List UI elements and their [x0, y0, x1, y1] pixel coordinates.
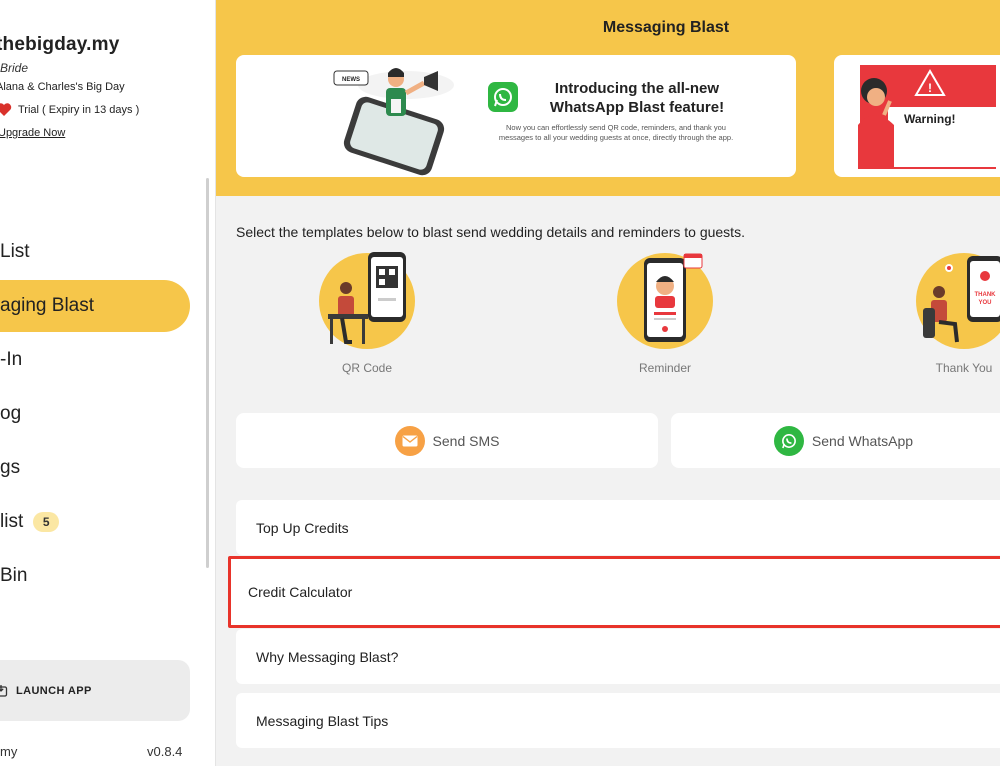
nav-label: List: [0, 241, 30, 262]
sidebar-scrollbar[interactable]: [206, 178, 209, 568]
template-label: QR Code: [341, 361, 393, 375]
svg-text:YOU: YOU: [978, 300, 991, 306]
promo-title: Introducing the all-new WhatsApp Blast f…: [549, 80, 725, 116]
accordion-top-up-credits[interactable]: Top Up Credits: [236, 500, 1000, 555]
app-version: v0.8.4: [147, 744, 183, 759]
main-content: Messaging Blast NEWS Introducing the all…: [216, 0, 1000, 766]
whatsapp-logo-icon: [488, 82, 518, 112]
accordion-why-messaging-blast[interactable]: Why Messaging Blast?: [236, 629, 1000, 684]
footer-domain: my: [0, 744, 18, 759]
template-label: Thank You: [935, 361, 993, 375]
accordion-label: Messaging Blast Tips: [256, 712, 389, 729]
nav-item-log[interactable]: og: [0, 388, 190, 440]
qr-code-illustration-icon: [328, 252, 406, 344]
nav-item-check-in[interactable]: -In: [0, 334, 190, 386]
template-reminder[interactable]: Reminder: [610, 253, 720, 375]
svg-text:!: !: [928, 81, 932, 95]
nav-item-recycle-bin[interactable]: Bin: [0, 550, 190, 602]
count-badge: 5: [33, 512, 60, 532]
accordion-messaging-blast-tips[interactable]: Messaging Blast Tips: [236, 693, 1000, 748]
template-thank-you[interactable]: THANK YOU Thank You: [909, 253, 1000, 375]
event-name: Alana & Charles's Big Day: [0, 81, 125, 93]
svg-text:THANK: THANK: [975, 292, 997, 298]
nav-item-waitlist[interactable]: list 5: [0, 496, 190, 548]
send-sms-label: Send SMS: [432, 432, 500, 449]
upgrade-link[interactable]: Upgrade Now: [0, 127, 65, 139]
nav-label: list: [0, 511, 24, 532]
warning-banner[interactable]: ! Warning!: [834, 55, 1000, 177]
instructions-text: Select the templates below to blast send…: [236, 224, 745, 240]
thank-you-illustration-icon: THANK YOU: [923, 256, 1000, 343]
promo-banner[interactable]: NEWS Introducing the all-new WhatsApp Bl…: [236, 55, 796, 177]
send-whatsapp-label: Send WhatsApp: [811, 432, 914, 449]
nav-item-messaging-blast[interactable]: aging Blast: [0, 280, 190, 332]
nav-label: Bin: [0, 565, 28, 586]
launch-app-button[interactable]: LAUNCH APP: [0, 660, 190, 721]
page-title: Messaging Blast: [602, 19, 730, 36]
nav-item-guest-list[interactable]: List: [0, 226, 190, 278]
nav-label: -In: [0, 349, 23, 370]
sidebar: thebigday.my Bride Alana & Charles's Big…: [0, 0, 216, 766]
accordion-credit-calculator[interactable]: Credit Calculator: [228, 556, 1000, 628]
nav-label: og: [0, 403, 22, 424]
heart-icon: [0, 103, 12, 116]
promo-description: Now you can effortlessly send QR code, r…: [498, 123, 734, 142]
nav-item-settings[interactable]: gs: [0, 442, 190, 494]
brand-name: thebigday.my: [0, 34, 120, 55]
launch-label: LAUNCH APP: [16, 684, 92, 697]
send-whatsapp-button[interactable]: Send WhatsApp: [671, 413, 1000, 468]
warning-title: Warning!: [904, 112, 956, 126]
accordion-label: Why Messaging Blast?: [256, 648, 399, 665]
accordion-label: Credit Calculator: [248, 584, 353, 600]
nav-label: gs: [0, 457, 21, 478]
send-sms-button[interactable]: Send SMS: [236, 413, 658, 468]
whatsapp-icon: [773, 425, 804, 456]
template-circle: THANK YOU: [916, 253, 1000, 349]
accordion-label: Top Up Credits: [256, 519, 349, 536]
launch-icon: [0, 684, 8, 697]
template-label: Reminder: [638, 361, 692, 375]
user-role: Bride: [0, 61, 29, 75]
header-band: Messaging Blast NEWS Introducing the all…: [216, 0, 1000, 196]
template-qr-code[interactable]: QR Code: [312, 252, 422, 375]
nav-label: aging Blast: [0, 295, 95, 316]
news-illustration-icon: NEWS: [333, 68, 454, 176]
mail-icon: [394, 425, 425, 456]
template-circle: [319, 252, 415, 349]
svg-text:NEWS: NEWS: [342, 77, 360, 83]
trial-status: Trial ( Expiry in 13 days ): [0, 102, 139, 117]
trial-text: Trial ( Expiry in 13 days ): [18, 103, 140, 116]
template-circle: [617, 253, 713, 349]
reminder-illustration-icon: [644, 253, 703, 342]
